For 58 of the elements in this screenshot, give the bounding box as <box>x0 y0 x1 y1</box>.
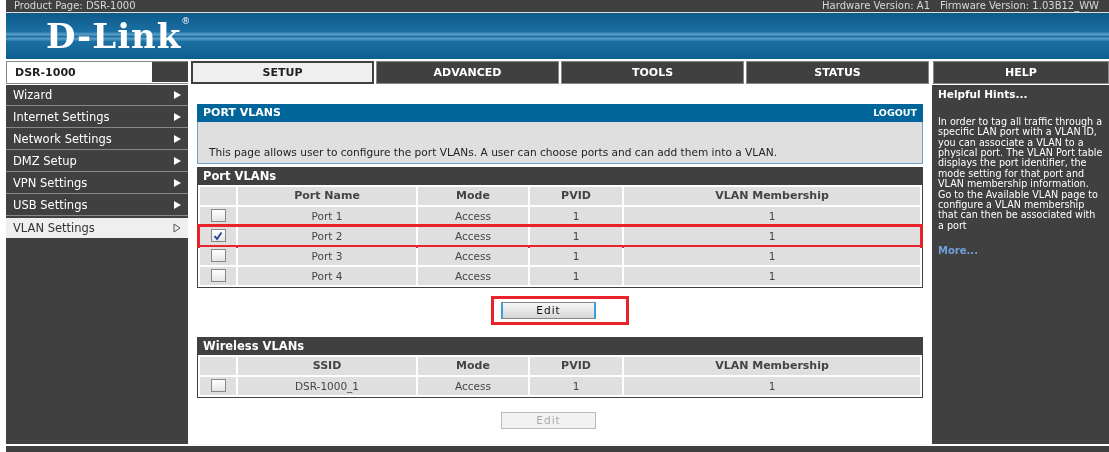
checkbox[interactable] <box>210 229 226 243</box>
checkbox[interactable] <box>210 209 226 223</box>
table-cell: Port 4 <box>238 266 416 285</box>
firmware-version: Firmware Version: 1.03B12_WW <box>940 0 1099 12</box>
table-cell: 1 <box>624 206 920 225</box>
nav-tab[interactable]: ADVANCED <box>376 60 559 84</box>
section-title: Port VLANs <box>203 168 277 183</box>
triangle-icon <box>174 156 181 167</box>
column-header: Mode <box>418 186 528 205</box>
column-header: Port Name <box>238 186 416 205</box>
triangle-icon <box>174 200 181 211</box>
device-label: DSR-1000 <box>6 60 188 84</box>
table-cell: Access <box>418 376 528 395</box>
triangle-icon <box>174 112 181 123</box>
sidebar-item[interactable]: VLAN Settings <box>6 217 188 238</box>
checkbox[interactable] <box>210 269 226 283</box>
hardware-version: Hardware Version: A1 <box>822 0 931 12</box>
table-cell: DSR-1000_1 <box>238 376 416 395</box>
page-title: PORT VLANS <box>203 106 281 120</box>
triangle-icon <box>174 134 181 145</box>
table-cell: 1 <box>624 266 920 285</box>
column-header <box>200 356 236 375</box>
checkbox[interactable] <box>210 249 226 263</box>
edit-button[interactable]: Edit <box>501 301 596 319</box>
triangle-icon <box>173 222 181 233</box>
table-cell: Port 2 <box>238 226 416 245</box>
column-header: PVID <box>530 186 622 205</box>
help-title: Helpful Hints... <box>938 87 1029 100</box>
table-cell: 1 <box>530 266 622 285</box>
section-title: Wireless VLANs <box>203 338 305 353</box>
nav-tab[interactable]: STATUS <box>746 60 929 84</box>
help-text: In order to tag all traffic through a specific LAN port with a VLAN ID, you can associate a VLAN to a physical port. The VLAN Port table displays the port identifier, the mode setting for that port and VLAN membership information. Go to the Available VLAN page to configure a VLAN membership that can then be associated with a port <box>938 116 1104 232</box>
product-label: Product Page: DSR-1000 <box>14 0 136 12</box>
triangle-icon <box>174 90 181 101</box>
logout-link[interactable]: LOGOUT <box>873 107 917 119</box>
checkbox[interactable] <box>210 379 226 393</box>
table-cell: 1 <box>530 226 622 245</box>
column-header: SSID <box>238 356 416 375</box>
description-text: This page allows user to configure the port VLANs. A user can choose ports and can add them into a VLAN. <box>209 145 778 158</box>
column-header <box>200 186 236 205</box>
table-cell: Access <box>418 266 528 285</box>
column-header: VLAN Membership <box>624 186 920 205</box>
column-header: PVID <box>530 356 622 375</box>
table-cell: 1 <box>530 206 622 225</box>
more-link[interactable]: More... <box>938 245 978 257</box>
nav-tab[interactable]: HELP <box>933 60 1109 84</box>
table-cell: Access <box>418 206 528 225</box>
table-cell: Port 1 <box>238 206 416 225</box>
logo: D-Link$^{®}$ <box>46 15 192 56</box>
table-cell: 1 <box>624 226 920 245</box>
column-header: VLAN Membership <box>624 356 920 375</box>
nav-tab[interactable]: TOOLS <box>561 60 744 84</box>
triangle-icon <box>174 178 181 189</box>
table-cell: Access <box>418 226 528 245</box>
table-cell: 1 <box>624 376 920 395</box>
table-cell: 1 <box>530 376 622 395</box>
nav-tab[interactable]: SETUP <box>191 60 374 84</box>
column-header: Mode <box>418 356 528 375</box>
